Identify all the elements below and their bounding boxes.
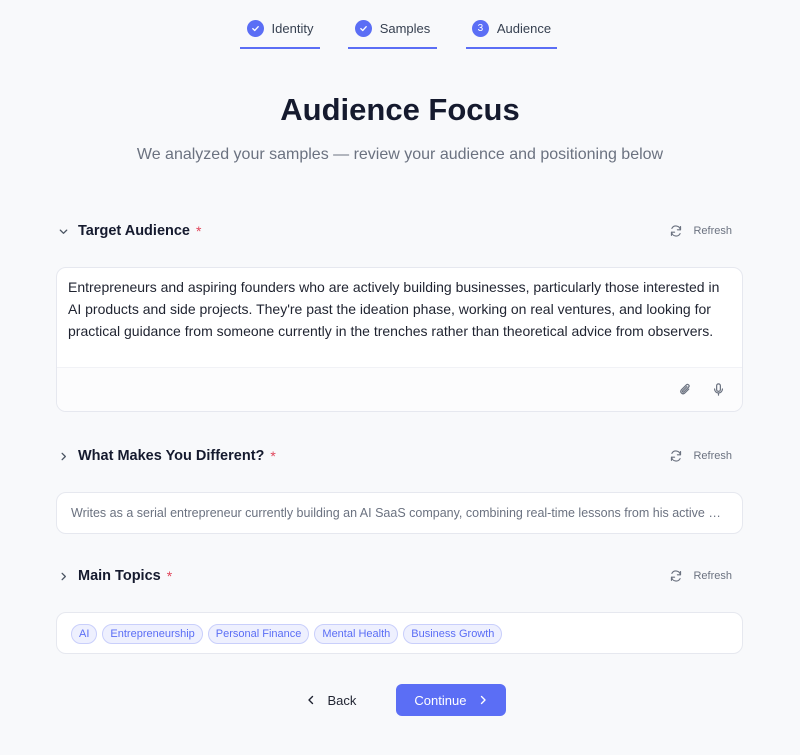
refresh-button[interactable]: Refresh bbox=[669, 224, 744, 238]
step-identity[interactable]: Identity bbox=[240, 16, 320, 49]
refresh-icon bbox=[671, 450, 682, 462]
page-title: Audience Focus bbox=[280, 92, 520, 127]
back-button[interactable]: Back bbox=[294, 684, 369, 716]
required-marker: * bbox=[270, 448, 276, 464]
step-samples[interactable]: Samples bbox=[348, 16, 437, 49]
page-subtitle: We analyzed your samples — review your a… bbox=[136, 146, 664, 163]
page: Identity Samples 3 Audience Audience Foc… bbox=[0, 0, 800, 755]
refresh-label: Refresh bbox=[693, 570, 732, 582]
chevron-right-icon[interactable] bbox=[56, 449, 70, 463]
difference-field[interactable]: Writes as a serial entrepreneur currentl… bbox=[56, 492, 743, 534]
section-title: Main Topics bbox=[78, 568, 161, 584]
chevron-right-icon[interactable] bbox=[56, 569, 70, 583]
topic-tag[interactable]: Entrepreneurship bbox=[102, 624, 203, 644]
required-marker: * bbox=[196, 223, 202, 239]
check-icon bbox=[246, 20, 264, 37]
refresh-button[interactable]: Refresh bbox=[669, 569, 744, 583]
refresh-icon bbox=[671, 225, 682, 237]
section-title: What Makes You Different? bbox=[78, 448, 265, 464]
topic-tags: AI Entrepreneurship Personal Finance Men… bbox=[57, 613, 742, 655]
step-audience[interactable]: 3 Audience bbox=[466, 16, 557, 49]
back-label: Back bbox=[327, 692, 357, 708]
refresh-button[interactable]: Refresh bbox=[669, 449, 744, 463]
difference-text[interactable]: Writes as a serial entrepreneur currentl… bbox=[57, 493, 742, 533]
refresh-label: Refresh bbox=[693, 450, 732, 462]
required-marker: * bbox=[166, 568, 173, 584]
chevron-left-icon bbox=[307, 695, 313, 705]
refresh-icon bbox=[671, 570, 682, 582]
microphone-icon[interactable] bbox=[711, 382, 726, 402]
continue-label: Continue bbox=[414, 692, 467, 708]
check-icon bbox=[354, 20, 372, 37]
step-label: Identity bbox=[271, 21, 314, 36]
topic-tag[interactable]: Personal Finance bbox=[207, 624, 310, 644]
section-topics-header: Main Topics * Refresh bbox=[56, 564, 744, 588]
step-label: Audience bbox=[496, 21, 552, 36]
topics-field[interactable]: AI Entrepreneurship Personal Finance Men… bbox=[56, 612, 743, 654]
step-number: 3 bbox=[471, 20, 489, 37]
section-target-audience-header: Target Audience * Refresh bbox=[56, 219, 744, 243]
target-audience-textarea[interactable]: Entrepreneurs and aspiring founders who … bbox=[56, 267, 743, 412]
stepper: Identity Samples 3 Audience bbox=[0, 16, 800, 50]
form-actions: Back Continue bbox=[0, 684, 800, 716]
section-difference-header: What Makes You Different? * Refresh bbox=[56, 444, 744, 468]
continue-button[interactable]: Continue bbox=[396, 684, 507, 716]
target-audience-text[interactable]: Entrepreneurs and aspiring founders who … bbox=[57, 268, 742, 342]
paperclip-icon[interactable] bbox=[678, 382, 693, 402]
chevron-right-icon bbox=[481, 695, 487, 705]
section-title: Target Audience bbox=[78, 223, 190, 239]
textarea-toolbar bbox=[57, 367, 742, 411]
topic-tag[interactable]: AI bbox=[71, 624, 98, 644]
topic-tag[interactable]: Business Growth bbox=[403, 624, 503, 644]
refresh-label: Refresh bbox=[693, 225, 732, 237]
step-label: Samples bbox=[379, 21, 431, 36]
chevron-down-icon[interactable] bbox=[56, 224, 70, 238]
topic-tag[interactable]: Mental Health bbox=[314, 624, 399, 644]
